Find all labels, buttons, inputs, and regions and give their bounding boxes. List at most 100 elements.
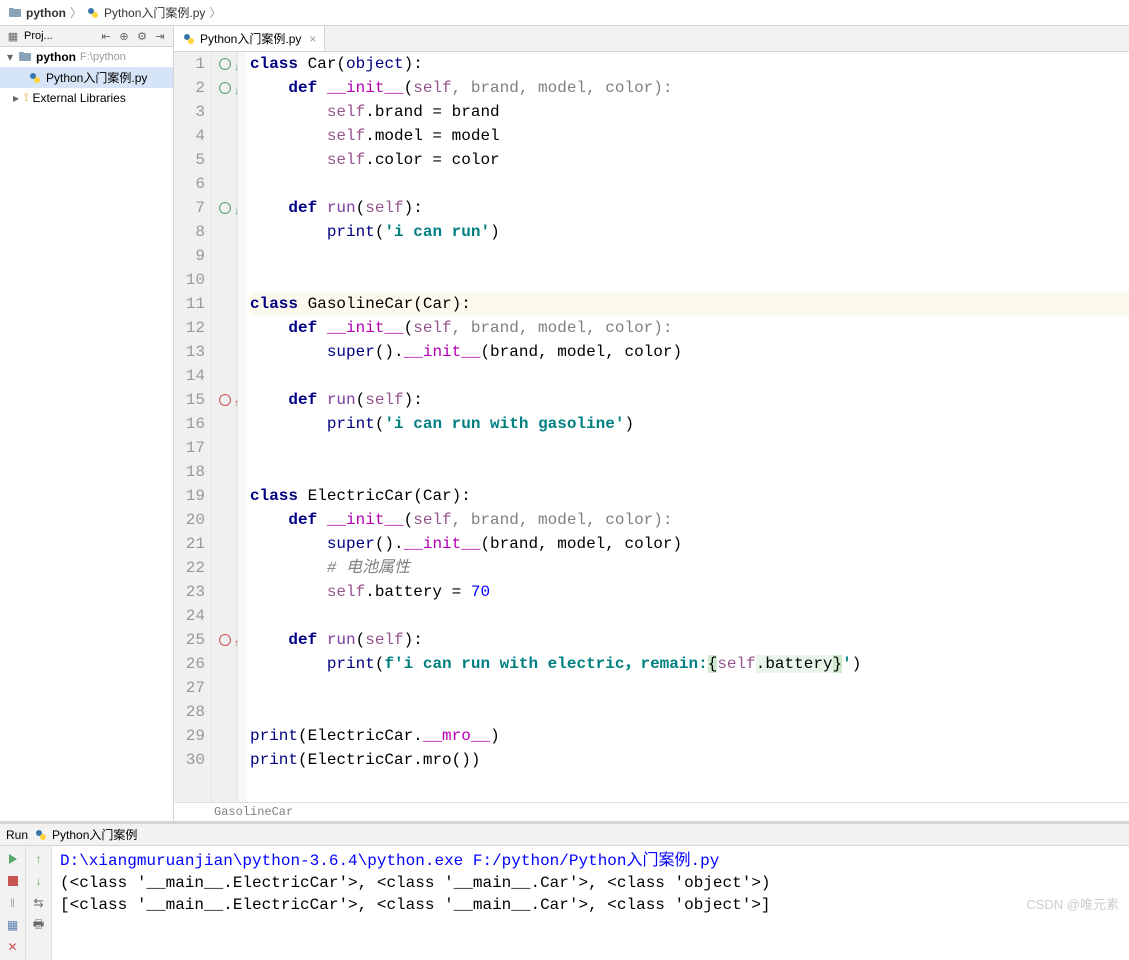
tree-item-file[interactable]: Python入门案例.py bbox=[0, 67, 173, 88]
line-number-gutter[interactable]: 1234567891011121314151617181920212223242… bbox=[174, 52, 212, 802]
code-line[interactable]: class GasolineCar(Car): bbox=[250, 292, 1129, 316]
line-number[interactable]: 22 bbox=[174, 556, 205, 580]
gutter-marker[interactable] bbox=[212, 460, 237, 484]
code-line[interactable]: # 电池属性 bbox=[250, 556, 1129, 580]
line-number[interactable]: 19 bbox=[174, 484, 205, 508]
line-number[interactable]: 15 bbox=[174, 388, 205, 412]
code-line[interactable]: def __init__(self, brand, model, color): bbox=[250, 508, 1129, 532]
gutter-marker[interactable] bbox=[212, 508, 237, 532]
gutter-marker[interactable] bbox=[212, 724, 237, 748]
code-line[interactable]: print(ElectricCar.mro()) bbox=[250, 748, 1129, 772]
gutter-marker[interactable] bbox=[212, 196, 237, 220]
gutter-marker[interactable] bbox=[212, 148, 237, 172]
layout-button[interactable]: ▦ bbox=[0, 914, 25, 936]
gutter-marker[interactable] bbox=[212, 292, 237, 316]
breadcrumb-item-file[interactable]: Python入门案例.py bbox=[86, 4, 205, 21]
gutter-marker[interactable] bbox=[212, 364, 237, 388]
code-line[interactable] bbox=[250, 436, 1129, 460]
line-number[interactable]: 30 bbox=[174, 748, 205, 772]
line-number[interactable]: 14 bbox=[174, 364, 205, 388]
line-number[interactable]: 12 bbox=[174, 316, 205, 340]
gutter-marker[interactable] bbox=[212, 124, 237, 148]
gutter-marker[interactable] bbox=[212, 244, 237, 268]
print-button[interactable]: 🖶 bbox=[26, 914, 51, 936]
code-line[interactable]: super().__init__(brand, model, color) bbox=[250, 532, 1129, 556]
code-line[interactable]: self.battery = 70 bbox=[250, 580, 1129, 604]
code-line[interactable] bbox=[250, 172, 1129, 196]
code-line[interactable] bbox=[250, 700, 1129, 724]
line-number[interactable]: 9 bbox=[174, 244, 205, 268]
soft-wrap-button[interactable]: ⇆ bbox=[26, 892, 51, 914]
line-number[interactable]: 18 bbox=[174, 460, 205, 484]
code-content[interactable]: class Car(object): def __init__(self, br… bbox=[246, 52, 1129, 802]
line-number[interactable]: 1 bbox=[174, 52, 205, 76]
gutter-marker[interactable] bbox=[212, 52, 237, 76]
code-line[interactable]: print(ElectricCar.__mro__) bbox=[250, 724, 1129, 748]
line-number[interactable]: 25 bbox=[174, 628, 205, 652]
code-line[interactable]: def __init__(self, brand, model, color): bbox=[250, 76, 1129, 100]
line-number[interactable]: 11 bbox=[174, 292, 205, 316]
code-line[interactable]: def run(self): bbox=[250, 196, 1129, 220]
tree-item-external-libraries[interactable]: ▸ ⟟ External Libraries bbox=[0, 88, 173, 107]
run-output[interactable]: D:\xiangmuruanjian\python-3.6.4\python.e… bbox=[52, 846, 1129, 960]
code-line[interactable]: self.model = model bbox=[250, 124, 1129, 148]
code-line[interactable]: print('i can run') bbox=[250, 220, 1129, 244]
locate-icon[interactable]: ⊕ bbox=[116, 28, 132, 44]
editor-tab-active[interactable]: Python入门案例.py × bbox=[174, 26, 325, 51]
hide-icon[interactable]: ⇥ bbox=[152, 28, 168, 44]
line-number[interactable]: 3 bbox=[174, 100, 205, 124]
gutter-marker[interactable] bbox=[212, 700, 237, 724]
pause-button[interactable]: ‖ bbox=[0, 892, 25, 914]
code-line[interactable]: print('i can run with gasoline') bbox=[250, 412, 1129, 436]
line-number[interactable]: 16 bbox=[174, 412, 205, 436]
code-line[interactable]: def run(self): bbox=[250, 628, 1129, 652]
gutter-marker[interactable] bbox=[212, 340, 237, 364]
close-run-button[interactable]: ✕ bbox=[0, 936, 25, 958]
line-number[interactable]: 5 bbox=[174, 148, 205, 172]
gutter-marker[interactable] bbox=[212, 556, 237, 580]
stop-button[interactable] bbox=[0, 870, 25, 892]
line-number[interactable]: 10 bbox=[174, 268, 205, 292]
code-line[interactable]: self.color = color bbox=[250, 148, 1129, 172]
code-line[interactable] bbox=[250, 460, 1129, 484]
project-root[interactable]: ▾ python F:\python bbox=[0, 47, 173, 67]
code-line[interactable] bbox=[250, 268, 1129, 292]
scroll-up-button[interactable]: ↑ bbox=[26, 848, 51, 870]
line-number[interactable]: 7 bbox=[174, 196, 205, 220]
gutter-marker[interactable] bbox=[212, 628, 237, 652]
line-number[interactable]: 4 bbox=[174, 124, 205, 148]
line-number[interactable]: 28 bbox=[174, 700, 205, 724]
code-line[interactable]: self.brand = brand bbox=[250, 100, 1129, 124]
gutter-marker[interactable] bbox=[212, 580, 237, 604]
line-number[interactable]: 6 bbox=[174, 172, 205, 196]
line-number[interactable]: 26 bbox=[174, 652, 205, 676]
scroll-down-button[interactable]: ↓ bbox=[26, 870, 51, 892]
gutter-marker[interactable] bbox=[212, 172, 237, 196]
code-line[interactable]: class Car(object): bbox=[250, 52, 1129, 76]
line-number[interactable]: 24 bbox=[174, 604, 205, 628]
code-line[interactable] bbox=[250, 364, 1129, 388]
code-line[interactable]: def __init__(self, brand, model, color): bbox=[250, 316, 1129, 340]
code-editor[interactable]: 1234567891011121314151617181920212223242… bbox=[174, 52, 1129, 802]
line-number[interactable]: 21 bbox=[174, 532, 205, 556]
line-number[interactable]: 27 bbox=[174, 676, 205, 700]
gutter-marker[interactable] bbox=[212, 676, 237, 700]
gutter-marker[interactable] bbox=[212, 484, 237, 508]
close-icon[interactable]: × bbox=[309, 32, 316, 46]
marker-gutter[interactable] bbox=[212, 52, 238, 802]
expand-icon[interactable]: ▸ bbox=[10, 91, 22, 105]
code-line[interactable]: print(f'i can run with electric，remain:{… bbox=[250, 652, 1129, 676]
expand-icon[interactable]: ▾ bbox=[4, 50, 16, 64]
code-line[interactable]: class ElectricCar(Car): bbox=[250, 484, 1129, 508]
fold-gutter[interactable] bbox=[238, 52, 246, 802]
code-line[interactable]: super().__init__(brand, model, color) bbox=[250, 340, 1129, 364]
code-line[interactable]: def run(self): bbox=[250, 388, 1129, 412]
breadcrumb-item-root[interactable]: python bbox=[8, 6, 66, 20]
collapse-icon[interactable]: ⇤ bbox=[98, 28, 114, 44]
gutter-marker[interactable] bbox=[212, 436, 237, 460]
gutter-marker[interactable] bbox=[212, 388, 237, 412]
gutter-marker[interactable] bbox=[212, 748, 237, 772]
line-number[interactable]: 13 bbox=[174, 340, 205, 364]
code-line[interactable] bbox=[250, 604, 1129, 628]
gutter-marker[interactable] bbox=[212, 604, 237, 628]
